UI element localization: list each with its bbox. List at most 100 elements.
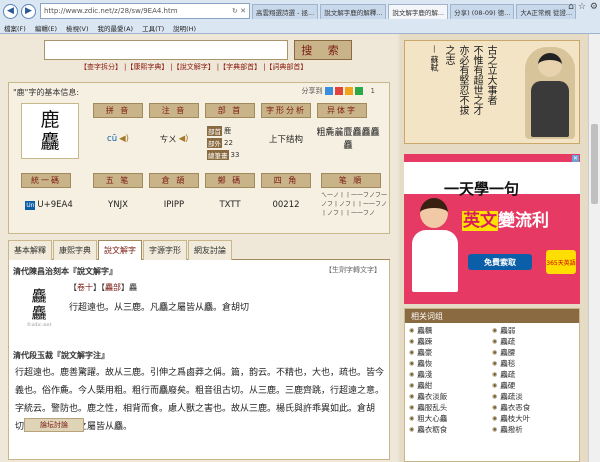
related-item[interactable]: 麤疏 (492, 369, 575, 380)
main-content: 搜 索 【查字拆分】 |【康熙字典】 |【說文解字】 |【字典部首】 |【詞典部… (0, 34, 398, 462)
calligraphy-text: 古之立大事者 不惟有超世之才 亦必有堅忍不拔 之志 — 蘇軾 (430, 45, 496, 115)
browser-tab-2[interactable]: 說文解字鹿的解釋... (320, 3, 387, 19)
refresh-icon[interactable]: ↻ ✕ (232, 7, 246, 15)
home-icon[interactable]: ⌂ (568, 2, 574, 12)
zhengma-value: TXTT (219, 200, 241, 210)
scrollbar-thumb[interactable] (591, 124, 598, 204)
related-item[interactable]: 麤衣淡飯 (409, 391, 492, 402)
label-zhengma: 鄭 碼 (205, 173, 255, 188)
gear-icon[interactable]: ⚙ (590, 2, 598, 12)
bishun-value: ㄟ一ノ丨丨一一フノフ一ノフ丨ノフ丨丨一一フノ丨ノフ丨丨一一フノ (321, 192, 388, 217)
label-zhuyin: 注 音 (149, 103, 199, 118)
dict-links: 【查字拆分】 |【康熙字典】 |【說文解字】 |【字典部首】 |【詞典部首】 (80, 62, 307, 72)
related-item[interactable]: 麤枝大叶 (492, 413, 575, 424)
share-icon-4[interactable] (354, 87, 363, 95)
share-icon-1[interactable] (324, 87, 333, 95)
link-zidian-bushou[interactable]: |【字典部首】 (217, 62, 261, 72)
shuowen-definition: 行超遠也。从三鹿。凡麤之屬皆从麤。倉胡切 (69, 303, 250, 313)
related-item[interactable]: 麤糲 (409, 325, 492, 336)
link-split[interactable]: 【查字拆分】 (80, 62, 122, 72)
related-item[interactable]: 麤豪 (409, 347, 492, 358)
ad-close-icon[interactable]: ✕ (571, 155, 579, 162)
label-bushou: 部 首 (205, 103, 255, 118)
star-icon[interactable]: ☆ (578, 2, 586, 12)
related-item[interactable]: 麤硬 (492, 380, 575, 391)
section-title-chen: 清代陳昌治刻本『說文解字』 (13, 266, 117, 276)
speaker-icon[interactable]: ◀) (179, 134, 189, 144)
share-bar: 分享到 1 (302, 86, 375, 96)
ad-365-badge: 365天英語 (546, 250, 576, 274)
related-item[interactable]: 麤衣恶食 (492, 402, 575, 413)
link-bu[interactable]: 麤部 (105, 283, 121, 292)
share-label: 分享到 (301, 87, 323, 95)
label-cangjie: 倉 頡 (149, 173, 199, 188)
ad-cta-button[interactable]: 免費索取 (468, 254, 532, 270)
related-item[interactable]: 麤疏淡 (492, 391, 575, 402)
address-bar[interactable]: http://www.zdic.net/z/28/sw/9EA4.htm ↻ ✕ (40, 3, 250, 19)
related-item[interactable]: 麤疏 (492, 336, 575, 347)
tab-discuss[interactable]: 網友討論 (188, 240, 232, 260)
search-area: 搜 索 (44, 40, 354, 60)
related-item[interactable]: 麤紺 (409, 380, 492, 391)
seal-script-image: 麤 麤 ©zdic.net (26, 287, 52, 329)
ad-girl-image (408, 194, 462, 294)
calligraphy-banner[interactable]: 古之立大事者 不惟有超世之才 亦必有堅忍不拔 之志 — 蘇軾 (404, 40, 580, 144)
menu-view[interactable]: 檢視(V) (66, 23, 89, 33)
tab-shuowen[interactable]: 說文解字 (98, 240, 142, 260)
label-wubi: 五 笔 (93, 173, 143, 188)
menu-edit[interactable]: 編輯(E) (35, 23, 57, 33)
link-kangxi[interactable]: |【康熙字典】 (124, 62, 168, 72)
pinyin-value: cū ◀) (107, 134, 129, 144)
back-button[interactable]: ◀ (3, 3, 18, 19)
menu-file[interactable]: 檔案(F) (4, 23, 26, 33)
related-item[interactable]: 麤服乱头 (409, 402, 492, 413)
tongyi-value: Un U+9EA4 (25, 200, 73, 210)
related-item[interactable]: 粗大心麤 (409, 413, 492, 424)
shuowen-ref: 【卷十】【麤部】麤 (69, 283, 137, 292)
share-icon-3[interactable] (344, 87, 353, 95)
url-text: http://www.zdic.net/z/28/sw/9EA4.htm (44, 7, 178, 15)
tab-basic[interactable]: 基本解釋 (8, 240, 52, 260)
search-input[interactable] (44, 40, 288, 60)
share-icon-2[interactable] (334, 87, 343, 95)
yiti-value[interactable]: 粗麁麄麆麤麤麤麤 (313, 123, 383, 157)
browser-chrome: ◀ ▶ http://www.zdic.net/z/28/sw/9EA4.htm… (0, 0, 600, 34)
menu-tools[interactable]: 工具(T) (142, 23, 164, 33)
unicode-icon: Un (25, 200, 36, 210)
related-item[interactable]: 麤踈 (409, 336, 492, 347)
gen-image-link[interactable]: 【生劑字轉文字】 (325, 265, 381, 275)
related-title: 相关词组 (405, 309, 579, 323)
browser-tab-1[interactable]: 高雲翔選詩選 - 拯... (252, 3, 319, 19)
browser-tab-3[interactable]: 說文解字鹿的解... (388, 3, 449, 19)
forum-discuss-link[interactable]: 論坛討論 (24, 418, 84, 432)
wubi-value: YNJX (108, 200, 128, 210)
link-cidian-bushou[interactable]: |【詞典部首】 (263, 62, 307, 72)
zhuyin-value: ㄘㄨ ◀) (159, 134, 189, 145)
label-zixing: 字形分析 (261, 103, 311, 118)
page-scrollbar[interactable] (588, 34, 600, 462)
link-shuowen[interactable]: |【說文解字】 (170, 62, 214, 72)
forward-button[interactable]: ▶ (21, 3, 36, 19)
search-button[interactable]: 搜 索 (294, 40, 352, 60)
browser-tab-4[interactable]: 分享) (08-09) 德... (450, 3, 515, 19)
menu-help[interactable]: 說明(H) (173, 23, 196, 33)
speaker-icon[interactable]: ◀) (119, 134, 129, 144)
english-ad[interactable]: 一天學一句 英文變流利 免費索取 365天英語 ✕ (404, 154, 580, 304)
related-item[interactable]: 麤恢 (409, 358, 492, 369)
label-tongyi: 統一碼 (21, 173, 71, 188)
tab-kangxi[interactable]: 康熙字典 (53, 240, 97, 260)
related-item[interactable]: 麤腰 (492, 347, 575, 358)
link-juan[interactable]: 卷十 (77, 283, 93, 292)
related-item[interactable]: 麤弱 (492, 325, 575, 336)
related-item[interactable]: 麤淺 (409, 369, 492, 380)
section-title-duan: 清代段玉裁『說文解字注』 (13, 350, 109, 360)
tab-ziyuan[interactable]: 字源字形 (143, 240, 187, 260)
menu-favorites[interactable]: 我的最愛(A) (98, 23, 134, 33)
related-item[interactable]: 麤撥析 (492, 424, 575, 435)
info-title: "鹿"字的基本信息: (13, 88, 80, 97)
tab-bar: 基本解釋 康熙字典 說文解字 字源字形 網友討論 (8, 240, 390, 260)
related-item[interactable]: 麤衣粝食 (409, 424, 492, 435)
menu-bar: 檔案(F) 編輯(E) 檢視(V) 我的最愛(A) 工具(T) 說明(H) (0, 22, 600, 33)
sidebar: 古之立大事者 不惟有超世之才 亦必有堅忍不拔 之志 — 蘇軾 一天學一句 英文變… (400, 34, 600, 462)
related-item[interactable]: 麤毯 (492, 358, 575, 369)
